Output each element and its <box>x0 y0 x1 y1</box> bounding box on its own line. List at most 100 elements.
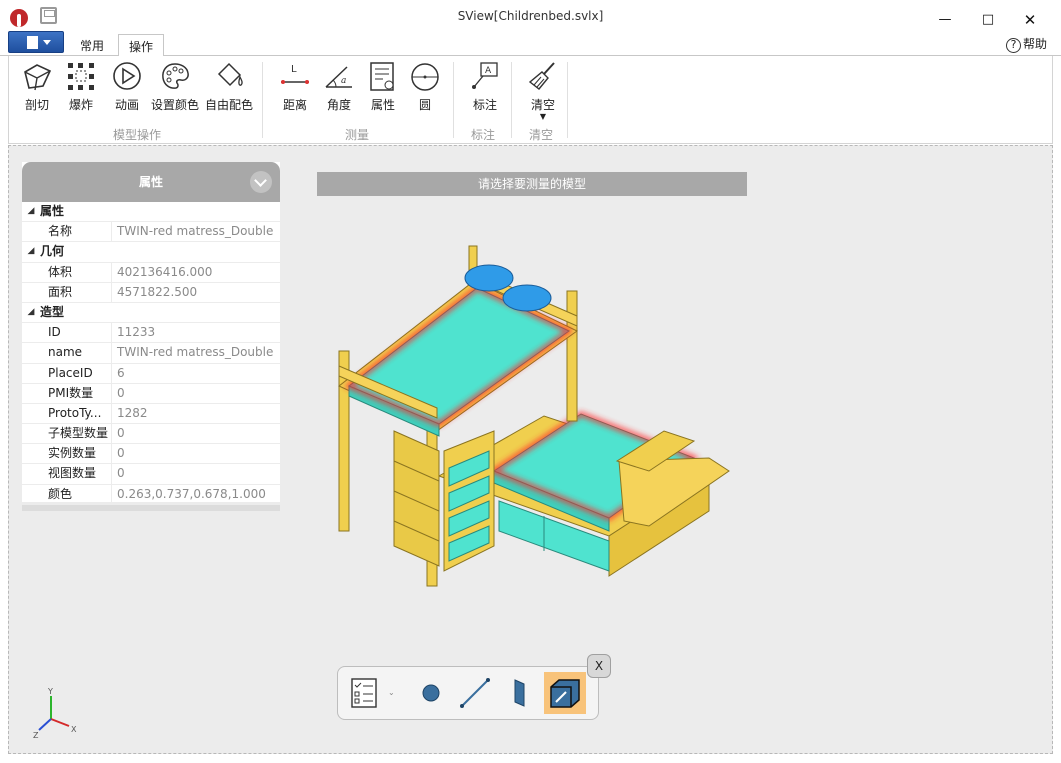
group-label-measure: 测量 <box>345 128 370 142</box>
set-color-label: 设置颜色 <box>151 98 200 112</box>
property-value: 6 <box>117 365 125 380</box>
maximize-button[interactable]: □ <box>980 12 996 28</box>
line-icon <box>460 678 490 708</box>
dropdown-arrow-icon[interactable]: ▼ <box>527 113 559 121</box>
ribbon-divider <box>567 62 568 138</box>
measure-list-dropdown[interactable] <box>344 672 386 714</box>
distance-label: 距离 <box>282 98 307 112</box>
section-cut-label: 剖切 <box>24 98 49 112</box>
section-cut-icon <box>24 64 52 91</box>
x-axis-label: X <box>71 725 77 734</box>
3d-viewport[interactable]: 属性 ◢ 属性 名称 TWIN-red matress_Double ◢ 几何 体积 4… <box>8 145 1053 754</box>
solid-tool[interactable] <box>544 672 586 714</box>
ladder <box>393 430 440 567</box>
group-label-annotate: 标注 <box>471 128 496 142</box>
set-color-button[interactable]: 设置颜色 <box>151 60 199 113</box>
bed-post <box>566 290 578 422</box>
category-label: 造型 <box>40 304 65 319</box>
property-key: 体积 <box>22 262 112 282</box>
property-row[interactable]: ProtoTy... 1282 <box>22 403 280 425</box>
property-row[interactable]: ID 11233 <box>22 323 280 344</box>
property-row[interactable]: name TWIN-red matress_Double <box>22 343 280 364</box>
property-row[interactable]: PlaceID 6 <box>22 363 280 384</box>
angle-label: 角度 <box>326 98 351 112</box>
ribbon-divider <box>453 62 454 138</box>
title-bar: SView[Childrenbed.svlx] — □ ✕ <box>0 0 1061 32</box>
clear-button[interactable]: 清空 ▼ <box>527 60 559 121</box>
close-measure-toolbar-button[interactable]: X <box>587 654 611 678</box>
collapse-icon[interactable] <box>250 171 272 193</box>
property-category[interactable]: ◢ 造型 <box>22 302 280 324</box>
svg-text:L: L <box>291 64 297 75</box>
x-axis-line <box>50 718 70 727</box>
animation-button[interactable]: 动画 <box>111 60 143 113</box>
line-tool[interactable] <box>454 672 496 714</box>
property-row[interactable]: PMI数量 0 <box>22 383 280 404</box>
file-menu-button[interactable] <box>8 31 64 53</box>
property-row[interactable]: 体积 402136416.000 <box>22 262 280 283</box>
collapse-triangle-icon[interactable]: ◢ <box>22 202 40 221</box>
distance-icon: L <box>281 64 309 84</box>
point-tool[interactable] <box>410 672 452 714</box>
property-value: 0 <box>117 426 125 441</box>
svg-text:A: A <box>485 66 492 76</box>
circle-button[interactable]: 圆 <box>409 60 441 113</box>
property-value: 402136416.000 <box>117 264 213 279</box>
document-icon <box>27 36 38 49</box>
help-label: 帮助 <box>1023 37 1048 51</box>
tab-operations[interactable]: 操作 <box>118 34 165 57</box>
collapse-triangle-icon[interactable]: ◢ <box>22 303 40 322</box>
property-row[interactable]: 实例数量 0 <box>22 444 280 465</box>
broom-icon <box>528 62 555 90</box>
property-value: TWIN-red matress_Double <box>117 345 274 360</box>
property-key: 子模型数量 <box>22 424 112 444</box>
property-key: name <box>22 343 112 363</box>
ribbon-tab-row: 常用 操作 ? 帮助 <box>0 31 1061 57</box>
property-row[interactable]: 面积 4571822.500 <box>22 282 280 303</box>
plane-tool[interactable] <box>498 672 540 714</box>
animation-label: 动画 <box>114 98 139 112</box>
angle-icon: a <box>325 66 352 88</box>
help-icon: ? <box>1006 38 1021 53</box>
palette-icon <box>162 63 189 89</box>
property-key: ID <box>22 323 112 343</box>
property-row[interactable]: 视图数量 0 <box>22 464 280 485</box>
annotate-button[interactable]: A 标注 <box>469 60 501 113</box>
property-key: 面积 <box>22 282 112 302</box>
property-key: 视图数量 <box>22 464 112 484</box>
chevron-down-icon[interactable]: ⌄ <box>388 672 402 714</box>
checklist-icon <box>351 678 377 708</box>
property-category[interactable]: ◢ 属性 <box>22 202 280 223</box>
property-row[interactable]: 名称 TWIN-red matress_Double <box>22 222 280 243</box>
property-value: 0 <box>117 466 125 481</box>
property-value: 1282 <box>117 405 148 420</box>
property-row[interactable]: 子模型数量 0 <box>22 424 280 445</box>
explode-label: 爆炸 <box>68 98 93 112</box>
distance-button[interactable]: L 距离 <box>279 60 311 113</box>
bunk-bed-model[interactable] <box>319 236 739 596</box>
group-label-clear: 清空 <box>529 128 554 142</box>
minimize-button[interactable]: — <box>937 12 953 28</box>
section-cut-button[interactable]: 剖切 <box>21 60 53 113</box>
property-key: ProtoTy... <box>22 403 112 424</box>
help-button[interactable]: ? 帮助 <box>1006 35 1047 53</box>
tab-common[interactable]: 常用 <box>70 34 114 57</box>
property-key: PMI数量 <box>22 383 112 403</box>
point-icon <box>422 684 440 702</box>
z-axis-line <box>38 718 52 731</box>
property-value: 11233 <box>117 325 156 340</box>
axis-triad: Y X Z <box>33 687 77 740</box>
properties-panel-header: 属性 <box>22 162 280 202</box>
collapse-triangle-icon[interactable]: ◢ <box>22 242 40 261</box>
svg-text:a: a <box>341 76 346 86</box>
explode-button[interactable]: 爆炸 <box>65 60 97 113</box>
property-row[interactable]: 颜色 0.263,0.737,0.678,1.000 <box>22 484 280 505</box>
properties-button[interactable]: 属性 <box>367 60 399 113</box>
close-window-button[interactable]: ✕ <box>1022 12 1038 28</box>
angle-button[interactable]: a 角度 <box>323 60 355 113</box>
solid-cube-icon <box>550 679 580 708</box>
annotate-label: 标注 <box>472 98 497 112</box>
free-color-button[interactable]: 自由配色 <box>205 60 253 113</box>
property-category[interactable]: ◢ 几何 <box>22 242 280 263</box>
measure-prompt: 请选择要测量的模型 <box>317 172 747 196</box>
